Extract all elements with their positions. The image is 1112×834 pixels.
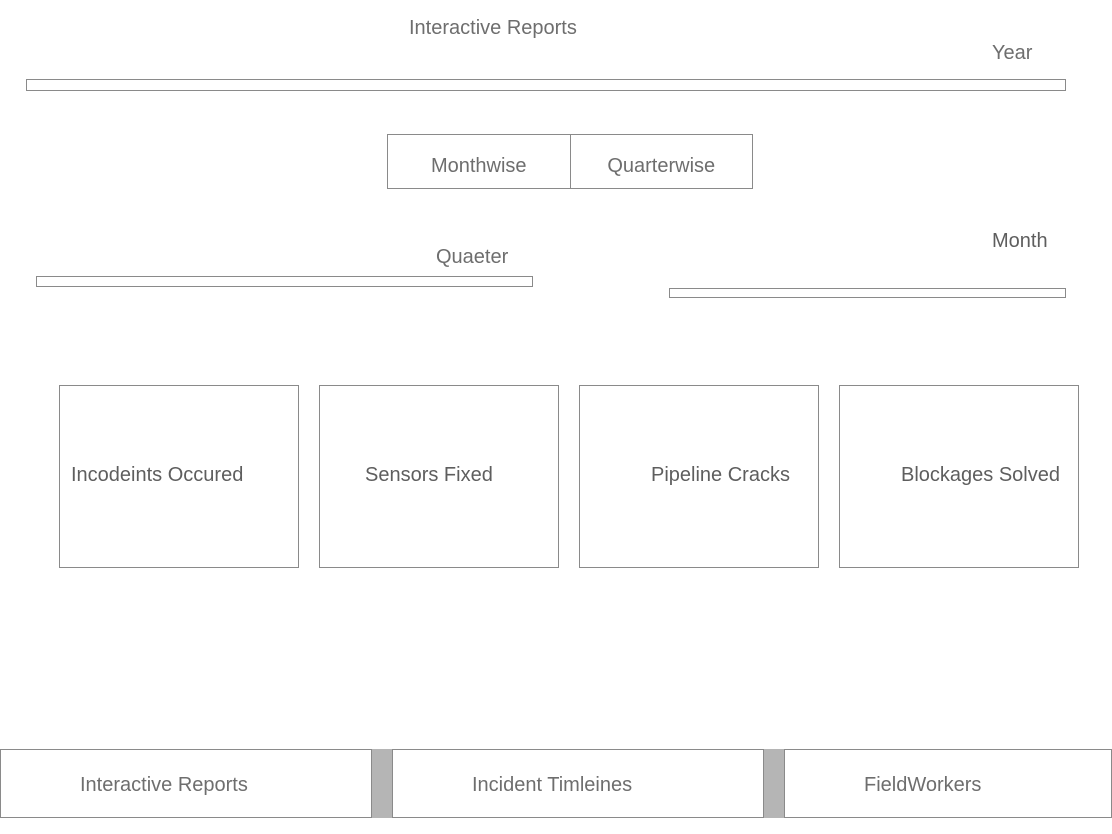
nav-item-fieldworkers[interactable]: FieldWorkers [784, 749, 1112, 818]
card-label: Sensors Fixed [365, 464, 493, 486]
nav-item-label: Interactive Reports [80, 774, 248, 796]
view-toggle: Monthwise Quarterwise [387, 134, 753, 189]
monthwise-button[interactable]: Monthwise [388, 135, 570, 188]
year-label: Year [992, 42, 1033, 64]
year-slider[interactable] [26, 79, 1066, 91]
quarter-label: Quaeter [436, 246, 509, 268]
card-label: Blockages Solved [901, 464, 1060, 486]
nav-item-label: Incident Timleines [472, 774, 633, 796]
nav-item-incident-timelines[interactable]: Incident Timleines [392, 749, 764, 818]
month-slider[interactable] [669, 288, 1066, 298]
month-label: Month [992, 230, 1048, 252]
quarter-slider[interactable] [36, 276, 533, 287]
nav-separator [764, 749, 784, 818]
card-label: Pipeline Cracks [651, 464, 790, 486]
nav-item-label: FieldWorkers [864, 774, 982, 796]
card-pipeline-cracks[interactable]: Pipeline Cracks [579, 385, 819, 568]
card-sensors-fixed[interactable]: Sensors Fixed [319, 385, 559, 568]
bottom-nav: Interactive Reports Incident Timleines F… [0, 749, 1112, 818]
nav-item-interactive-reports[interactable]: Interactive Reports [0, 749, 372, 818]
quarterwise-button[interactable]: Quarterwise [569, 135, 753, 188]
card-incidents-occured[interactable]: Incodeints Occured [59, 385, 299, 568]
nav-separator [372, 749, 392, 818]
card-label: Incodeints Occured [71, 464, 244, 486]
card-blockages-solved[interactable]: Blockages Solved [839, 385, 1079, 568]
page-title: Interactive Reports [409, 17, 577, 39]
